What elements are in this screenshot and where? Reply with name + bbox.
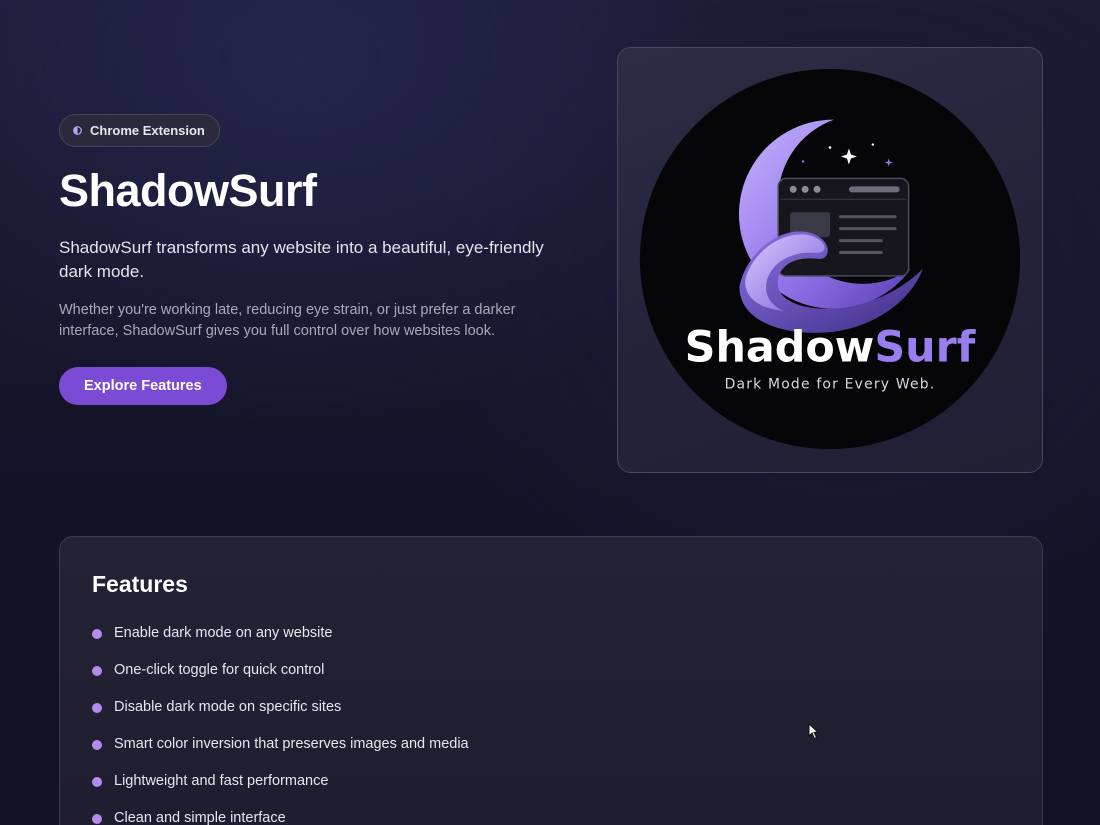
feature-label: Disable dark mode on specific sites: [114, 698, 342, 715]
feature-label: Lightweight and fast performance: [114, 772, 329, 789]
feature-item: Enable dark mode on any website: [92, 614, 1010, 651]
explore-features-button[interactable]: Explore Features: [59, 367, 227, 406]
wave-moon-browser-logo: ShadowSurf Dark Mode for Every Web.: [639, 68, 1021, 450]
feature-item: Disable dark mode on specific sites: [92, 688, 1010, 725]
bullet-dot-icon: [92, 814, 102, 824]
feature-item: Smart color inversion that preserves ima…: [92, 725, 1010, 762]
wordmark-shadow: Shadow: [685, 323, 875, 373]
logo-tagline: Dark Mode for Every Web.: [725, 376, 936, 392]
feature-label: Clean and simple interface: [114, 809, 286, 825]
chrome-extension-badge: Chrome Extension: [59, 114, 220, 147]
browser-window-icon: [777, 177, 910, 277]
bullet-dot-icon: [92, 703, 102, 713]
features-card: Features Enable dark mode on any website…: [59, 536, 1043, 825]
features-list: Enable dark mode on any website One-clic…: [92, 614, 1010, 825]
bullet-dot-icon: [92, 777, 102, 787]
feature-label: Smart color inversion that preserves ima…: [114, 735, 469, 752]
page-title: ShadowSurf: [59, 165, 317, 216]
bullet-dot-icon: [92, 666, 102, 676]
sub-text: Whether you're working late, reducing ey…: [59, 302, 516, 340]
features-title: Features: [92, 571, 188, 597]
bullet-dot-icon: [92, 740, 102, 750]
logo-wordmark: ShadowSurf: [685, 323, 976, 373]
bullet-dot-icon: [92, 629, 102, 639]
wordmark-surf: Surf: [874, 323, 975, 373]
mouse-cursor-icon: [808, 723, 819, 740]
feature-item: One-click toggle for quick control: [92, 651, 1010, 688]
badge-label: Chrome Extension: [90, 123, 205, 138]
feature-item: Lightweight and fast performance: [92, 762, 1010, 799]
lead-text: ShadowSurf transforms any website into a…: [59, 238, 544, 282]
logo-card: ShadowSurf Dark Mode for Every Web.: [617, 47, 1043, 473]
half-moon-icon: [73, 126, 82, 135]
hero-section: Chrome Extension ShadowSurf ShadowSurf t…: [59, 114, 579, 406]
feature-label: One-click toggle for quick control: [114, 661, 325, 678]
feature-item: Clean and simple interface: [92, 799, 1010, 825]
feature-label: Enable dark mode on any website: [114, 624, 333, 641]
